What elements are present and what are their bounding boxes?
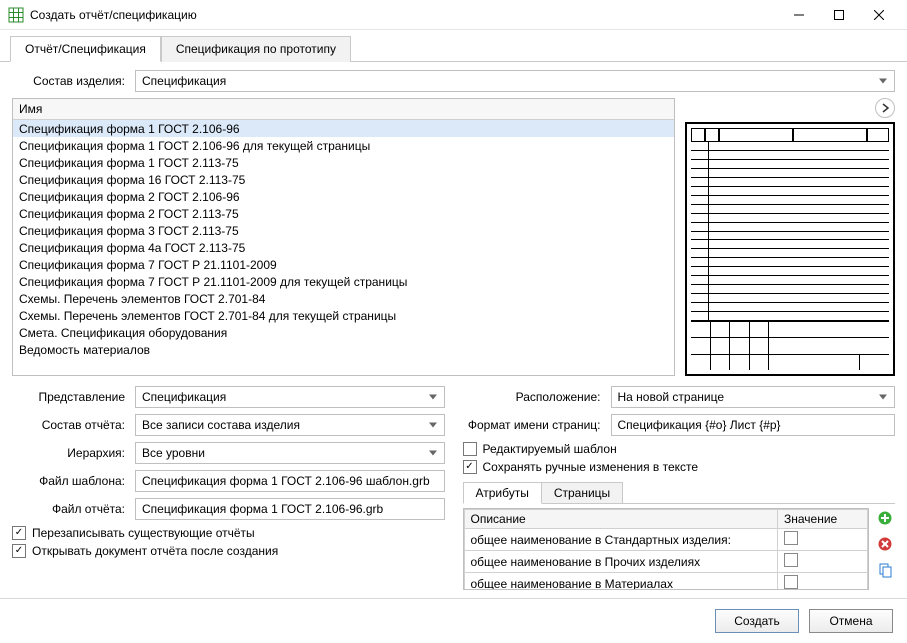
report-file-value: Спецификация форма 1 ГОСТ 2.106-96.grb xyxy=(142,502,383,516)
template-list-header: Имя xyxy=(13,99,674,120)
template-list-item[interactable]: Схемы. Перечень элементов ГОСТ 2.701-84 xyxy=(13,290,674,307)
template-file-input[interactable]: Спецификация форма 1 ГОСТ 2.106-96 шабло… xyxy=(135,470,445,492)
view-label: Представление xyxy=(12,390,127,404)
product-structure-value: Спецификация xyxy=(142,74,226,88)
report-file-label: Файл отчёта: xyxy=(12,502,127,516)
attributes-side-buttons xyxy=(875,508,895,590)
footer: Создать Отмена xyxy=(0,598,907,643)
page-name-label: Формат имени страниц: xyxy=(463,418,603,432)
attribute-value[interactable] xyxy=(778,551,868,573)
subtab-pages[interactable]: Страницы xyxy=(541,482,623,503)
attr-col-desc: Описание xyxy=(464,510,778,529)
template-list-item[interactable]: Схемы. Перечень элементов ГОСТ 2.701-84 … xyxy=(13,307,674,324)
template-list-item[interactable]: Спецификация форма 4а ГОСТ 2.113-75 xyxy=(13,239,674,256)
keep-manual-checkbox[interactable] xyxy=(463,460,477,474)
placement-value: На новой странице xyxy=(618,390,725,404)
close-button[interactable] xyxy=(859,1,899,29)
attribute-row[interactable]: общее наименование в Материалах xyxy=(464,573,868,591)
open-after-label: Открывать документ отчёта после создания xyxy=(32,544,278,558)
open-after-checkbox[interactable] xyxy=(12,544,26,558)
hierarchy-value: Все уровни xyxy=(142,446,205,460)
template-list-item[interactable]: Спецификация форма 2 ГОСТ 2.106-96 xyxy=(13,188,674,205)
attribute-row[interactable]: общее наименование в Прочих изделиях xyxy=(464,551,868,573)
page-name-input[interactable]: Спецификация {#o} Лист {#p} xyxy=(611,414,896,436)
template-list-item[interactable]: Спецификация форма 16 ГОСТ 2.113-75 xyxy=(13,171,674,188)
product-structure-select[interactable]: Спецификация xyxy=(135,70,895,92)
attribute-value[interactable] xyxy=(778,529,868,551)
product-structure-label: Состав изделия: xyxy=(12,74,127,88)
composition-select[interactable]: Все записи состава изделия xyxy=(135,414,445,436)
template-list[interactable]: Имя Спецификация форма 1 ГОСТ 2.106-96Сп… xyxy=(12,98,675,376)
window-title: Создать отчёт/спецификацию xyxy=(30,8,779,22)
template-preview xyxy=(685,122,895,376)
main-tabstrip: Отчёт/Спецификация Спецификация по прото… xyxy=(0,30,907,62)
remove-attribute-button[interactable] xyxy=(875,534,895,554)
template-list-item[interactable]: Спецификация форма 7 ГОСТ Р 21.1101-2009 xyxy=(13,256,674,273)
template-list-item[interactable]: Спецификация форма 1 ГОСТ 2.106-96 xyxy=(13,120,674,137)
app-icon xyxy=(8,7,24,23)
product-structure-row: Состав изделия: Спецификация xyxy=(12,70,895,92)
cancel-button[interactable]: Отмена xyxy=(809,609,893,633)
template-list-item[interactable]: Спецификация форма 3 ГОСТ 2.113-75 xyxy=(13,222,674,239)
add-attribute-button[interactable] xyxy=(875,508,895,528)
preview-expand-button[interactable] xyxy=(875,98,895,118)
attr-col-val: Значение xyxy=(778,510,868,529)
create-button[interactable]: Создать xyxy=(715,609,799,633)
upper-area: Имя Спецификация форма 1 ГОСТ 2.106-96Сп… xyxy=(12,98,895,376)
view-select[interactable]: Спецификация xyxy=(135,386,445,408)
template-list-item[interactable]: Смета. Спецификация оборудования xyxy=(13,324,674,341)
right-column: Расположение: На новой странице Формат и… xyxy=(463,386,896,590)
attribute-row[interactable]: общее наименование в Стандартных изделия… xyxy=(464,529,868,551)
report-file-input[interactable]: Спецификация форма 1 ГОСТ 2.106-96.grb xyxy=(135,498,445,520)
attribute-value[interactable] xyxy=(778,573,868,591)
editable-template-checkbox[interactable] xyxy=(463,442,477,456)
keep-manual-label: Сохранять ручные изменения в тексте xyxy=(483,460,699,474)
open-after-row[interactable]: Открывать документ отчёта после создания xyxy=(12,544,445,558)
view-value: Спецификация xyxy=(142,390,226,404)
copy-attribute-button[interactable] xyxy=(875,560,895,580)
template-list-item[interactable]: Спецификация форма 2 ГОСТ 2.113-75 xyxy=(13,205,674,222)
attribute-desc: общее наименование в Стандартных изделия… xyxy=(464,529,778,551)
preview-column xyxy=(685,98,895,376)
template-file-value: Спецификация форма 1 ГОСТ 2.106-96 шабло… xyxy=(142,474,430,488)
maximize-button[interactable] xyxy=(819,1,859,29)
minimize-button[interactable] xyxy=(779,1,819,29)
attribute-desc: общее наименование в Материалах xyxy=(464,573,778,591)
template-list-item[interactable]: Спецификация форма 7 ГОСТ Р 21.1101-2009… xyxy=(13,273,674,290)
template-file-label: Файл шаблона: xyxy=(12,474,127,488)
composition-value: Все записи состава изделия xyxy=(142,418,300,432)
hierarchy-select[interactable]: Все уровни xyxy=(135,442,445,464)
hierarchy-label: Иерархия: xyxy=(12,446,127,460)
editable-template-row[interactable]: Редактируемый шаблон xyxy=(463,442,896,456)
template-list-item[interactable]: Спецификация форма 1 ГОСТ 2.113-75 xyxy=(13,154,674,171)
editable-template-label: Редактируемый шаблон xyxy=(483,442,617,456)
page-name-value: Спецификация {#o} Лист {#p} xyxy=(618,418,781,432)
subtab-attributes[interactable]: Атрибуты xyxy=(463,482,542,504)
overwrite-checkbox[interactable] xyxy=(12,526,26,540)
attributes-table[interactable]: Описание Значение общее наименование в С… xyxy=(463,508,870,590)
attribute-desc: общее наименование в Прочих изделиях xyxy=(464,551,778,573)
template-list-item[interactable]: Ведомость материалов xyxy=(13,341,674,358)
left-column: Представление Спецификация Состав отчёта… xyxy=(12,386,445,590)
overwrite-label: Перезаписывать существующие отчёты xyxy=(32,526,255,540)
lower-form: Представление Спецификация Состав отчёта… xyxy=(12,386,895,590)
composition-label: Состав отчёта: xyxy=(12,418,127,432)
placement-label: Расположение: xyxy=(463,390,603,404)
subtabstrip: Атрибуты Страницы xyxy=(463,482,896,504)
titlebar: Создать отчёт/спецификацию xyxy=(0,0,907,30)
keep-manual-row[interactable]: Сохранять ручные изменения в тексте xyxy=(463,460,896,474)
template-list-item[interactable]: Спецификация форма 1 ГОСТ 2.106-96 для т… xyxy=(13,137,674,154)
attributes-wrap: Описание Значение общее наименование в С… xyxy=(463,504,896,590)
overwrite-row[interactable]: Перезаписывать существующие отчёты xyxy=(12,526,445,540)
tab-report[interactable]: Отчёт/Спецификация xyxy=(10,36,161,62)
tab-prototype[interactable]: Спецификация по прототипу xyxy=(161,36,351,62)
placement-select[interactable]: На новой странице xyxy=(611,386,896,408)
